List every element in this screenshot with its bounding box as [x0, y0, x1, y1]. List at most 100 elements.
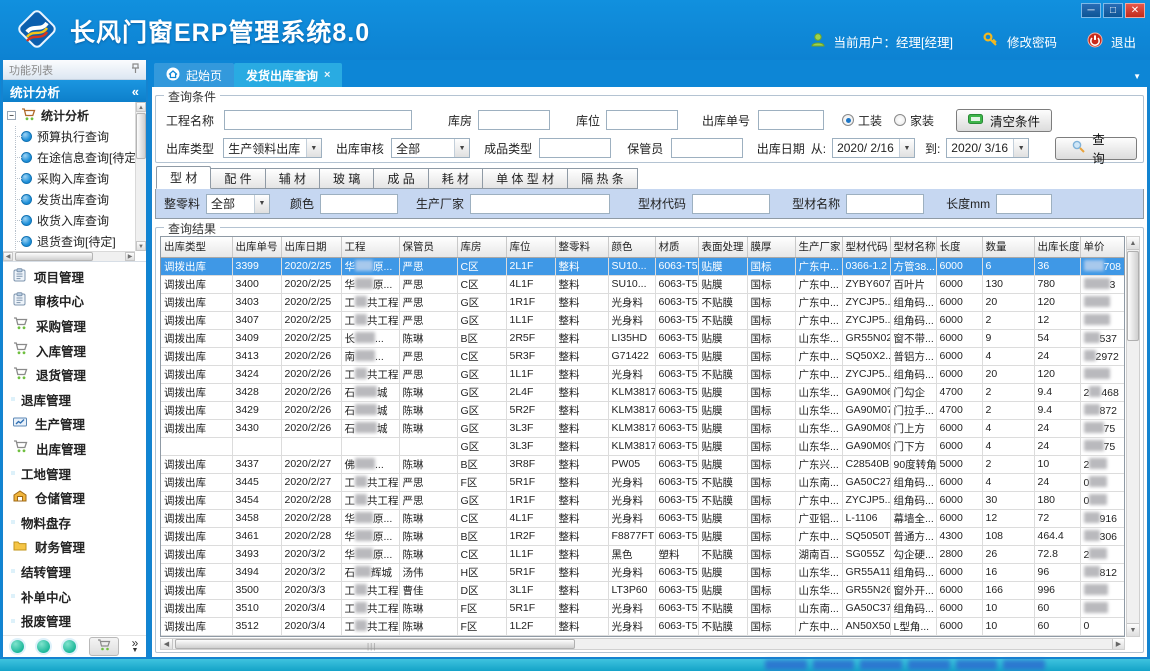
- table-row[interactable]: 调拨出库33992020/2/25华原...严思C区2L1F整料SU10...6…: [161, 257, 1125, 275]
- column-header[interactable]: 保管员: [399, 237, 457, 257]
- column-header[interactable]: 型材代码: [842, 237, 890, 257]
- material-tab-3[interactable]: 辅 材: [266, 168, 320, 189]
- sidebar-item-入库管理[interactable]: 入库管理: [3, 338, 146, 363]
- scroll-up-arrow-icon[interactable]: ▲: [1127, 237, 1139, 250]
- table-row[interactable]: 调拨出库34242020/2/26工共工程严思G区1L1F整料光身料6063-T…: [161, 365, 1125, 383]
- column-header[interactable]: 工程: [341, 237, 399, 257]
- table-row[interactable]: 调拨出库35002020/3/3工共工程曹佳D区3L1F整料LT3P606063…: [161, 581, 1125, 599]
- table-row[interactable]: 调拨出库34002020/2/25华原...严思C区4L1F整料SU10...6…: [161, 275, 1125, 293]
- keeper-input[interactable]: [671, 138, 743, 158]
- whole-part-select[interactable]: 全部▼: [206, 194, 270, 214]
- close-button[interactable]: ✕: [1125, 3, 1145, 18]
- warehouse-input[interactable]: [478, 110, 550, 130]
- tree-item[interactable]: 收货入库查询: [7, 210, 135, 231]
- column-header[interactable]: 出库日期: [281, 237, 341, 257]
- table-row[interactable]: 调拨出库34282020/2/26石城陈琳G区2L4F整料KLM38176063…: [161, 383, 1125, 401]
- tab-shipping-outbound-query[interactable]: 发货出库查询 ×: [234, 63, 342, 87]
- tree-expander-icon[interactable]: −: [7, 111, 16, 120]
- sidebar-item-财务管理[interactable]: 财务管理: [3, 535, 146, 560]
- table-row[interactable]: 调拨出库35122020/3/4工共工程陈琳F区1L2F整料光身料6063-T5…: [161, 617, 1125, 635]
- tree-item[interactable]: 在途信息查询[待定]: [7, 147, 135, 168]
- table-row[interactable]: 调拨出库34542020/2/28工共工程严思G区1R1F整料光身料6063-T…: [161, 491, 1125, 509]
- sidebar-section-header[interactable]: 统计分析 «: [3, 80, 146, 102]
- table-row[interactable]: 调拨出库34072020/2/25工共工程严思G区1L1F整料光身料6063-T…: [161, 311, 1125, 329]
- scroll-right-arrow-icon[interactable]: ▶: [125, 252, 135, 261]
- sidebar-item-退库管理[interactable]: 退库管理: [3, 387, 146, 412]
- sidebar-item-仓储管理[interactable]: 仓储管理: [3, 485, 146, 510]
- product-type-input[interactable]: [539, 138, 611, 158]
- color-input[interactable]: [320, 194, 398, 214]
- sidebar-item-报废管理[interactable]: 报废管理: [3, 608, 146, 633]
- column-header[interactable]: 库位: [506, 237, 555, 257]
- sidebar-item-工地管理[interactable]: 工地管理: [3, 461, 146, 486]
- column-header[interactable]: 出库单号: [232, 237, 281, 257]
- table-row[interactable]: 调拨出库34942020/3/2石辉城汤伟H区5R1F整料光身料6063-T5贴…: [161, 563, 1125, 581]
- scroll-left-arrow-icon[interactable]: ◀: [3, 252, 13, 261]
- column-header[interactable]: 库房: [457, 237, 506, 257]
- table-row[interactable]: 调拨出库34582020/2/28华原...陈琳C区4L1F整料光身料6063-…: [161, 509, 1125, 527]
- column-header[interactable]: 颜色: [608, 237, 655, 257]
- material-tab-6[interactable]: 耗 材: [429, 168, 483, 189]
- pin-icon[interactable]: [131, 63, 140, 77]
- profile-code-input[interactable]: [692, 194, 770, 214]
- collapse-icon[interactable]: «: [132, 84, 139, 99]
- logout-link[interactable]: 退出: [1111, 32, 1136, 51]
- maker-input[interactable]: [470, 194, 610, 214]
- grid-horizontal-scrollbar[interactable]: ◀ ||| ▶: [160, 638, 1125, 650]
- column-header[interactable]: 出库长度: [1034, 237, 1080, 257]
- tab-close-icon[interactable]: ×: [324, 69, 330, 81]
- column-header[interactable]: 单价: [1080, 237, 1124, 257]
- minimize-button[interactable]: ─: [1081, 3, 1101, 18]
- scroll-thumb[interactable]: [1127, 251, 1139, 341]
- tree-horizontal-scrollbar[interactable]: ◀ ▶: [3, 251, 135, 261]
- sidebar-item-物料盘存[interactable]: 物料盘存: [3, 510, 146, 535]
- table-row[interactable]: 调拨出库34302020/2/26石城陈琳G区3L3F整料KLM38176063…: [161, 419, 1125, 437]
- search-button[interactable]: 查 询: [1055, 137, 1137, 160]
- sidebar-item-采购管理[interactable]: 采购管理: [3, 313, 146, 338]
- scroll-thumb[interactable]: [15, 252, 93, 261]
- tab-home[interactable]: 起始页: [154, 63, 234, 87]
- cart-button[interactable]: [89, 637, 119, 656]
- table-row[interactable]: 调拨出库34132020/2/26南...严思C区5R3F整料G71422606…: [161, 347, 1125, 365]
- sidebar-item-审核中心[interactable]: 审核中心: [3, 289, 146, 314]
- dot-icon[interactable]: [63, 640, 76, 653]
- material-tab-5[interactable]: 成 品: [374, 168, 428, 189]
- audit-select[interactable]: 全部▼: [391, 138, 470, 158]
- column-header[interactable]: 材质: [655, 237, 698, 257]
- tree-item[interactable]: 采购入库查询: [7, 168, 135, 189]
- date-from-picker[interactable]: 2020/ 2/16▼: [832, 138, 915, 158]
- material-tab-8[interactable]: 隔 热 条: [568, 168, 638, 189]
- column-header[interactable]: 出库类型: [161, 237, 232, 257]
- material-tab-7[interactable]: 单 体 型 材: [483, 168, 568, 189]
- tab-list-caret-icon[interactable]: ▼: [1133, 72, 1141, 81]
- table-row[interactable]: 调拨出库34092020/2/25长...陈琳B区2R5F整料LI35HD606…: [161, 329, 1125, 347]
- tree-item[interactable]: 发货出库查询: [7, 189, 135, 210]
- scroll-thumb[interactable]: [136, 113, 146, 159]
- table-row[interactable]: 调拨出库34372020/2/27佛...陈琳B区3R8F整料PW056063-…: [161, 455, 1125, 473]
- sidebar-item-项目管理[interactable]: 项目管理: [3, 264, 146, 289]
- dot-icon[interactable]: [37, 640, 50, 653]
- sidebar-item-结转管理[interactable]: 结转管理: [3, 559, 146, 584]
- column-header[interactable]: 型材名称: [890, 237, 936, 257]
- material-tab-2[interactable]: 配 件: [211, 168, 265, 189]
- location-input[interactable]: [606, 110, 678, 130]
- scroll-left-arrow-icon[interactable]: ◀: [161, 639, 173, 649]
- jiazhuang-radio[interactable]: [894, 114, 906, 126]
- project-name-input[interactable]: [224, 110, 412, 130]
- sidebar-item-生产管理[interactable]: 生产管理: [3, 412, 146, 437]
- scroll-down-arrow-icon[interactable]: ▼: [136, 241, 146, 251]
- column-header[interactable]: 整零料: [555, 237, 608, 257]
- column-header[interactable]: 金额: [1124, 237, 1125, 257]
- column-header[interactable]: 膜厚: [747, 237, 795, 257]
- tree-vertical-scrollbar[interactable]: ▲ ▼: [135, 102, 146, 251]
- maximize-button[interactable]: □: [1103, 3, 1123, 18]
- date-to-picker[interactable]: 2020/ 3/16▼: [946, 138, 1029, 158]
- material-tab-1[interactable]: 型 材: [156, 166, 211, 189]
- table-row[interactable]: 调拨出库35102020/3/4工共工程陈琳F区5R1F整料光身料6063-T5…: [161, 599, 1125, 617]
- tree-item[interactable]: 预算执行查询: [7, 126, 135, 147]
- table-row[interactable]: 调拨出库34292020/2/26石城陈琳G区5R2F整料KLM38176063…: [161, 401, 1125, 419]
- tree-item[interactable]: 退货查询[待定]: [7, 231, 135, 251]
- scroll-up-arrow-icon[interactable]: ▲: [136, 102, 146, 112]
- table-row[interactable]: 调拨出库34932020/3/2华原...陈琳C区1L1F整料黑色塑料不贴膜国标…: [161, 545, 1125, 563]
- sidebar-item-退货管理[interactable]: 退货管理: [3, 362, 146, 387]
